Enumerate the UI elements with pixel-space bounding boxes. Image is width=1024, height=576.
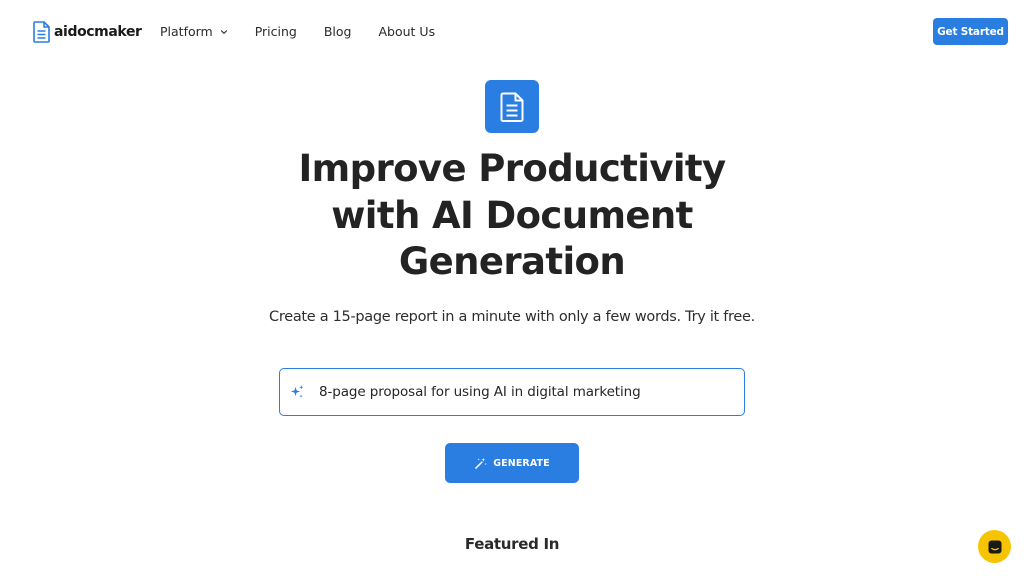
nav-item-pricing[interactable]: Pricing (255, 24, 297, 39)
hero-title-line: Generation (398, 240, 626, 283)
prompt-value: 8-page proposal for using AI in digital … (319, 384, 641, 400)
chevron-down-icon (220, 29, 227, 34)
hero-subtitle: Create a 15-page report in a minute with… (269, 309, 755, 325)
get-started-button[interactable]: Get Started (933, 18, 1008, 45)
prompt-input[interactable]: 8-page proposal for using AI in digital … (279, 368, 745, 416)
chat-widget-button[interactable] (978, 530, 1011, 563)
logo-link[interactable]: aidocmaker (33, 21, 142, 43)
hero-document-icon (485, 80, 539, 133)
nav-item-label: About Us (378, 24, 436, 39)
hero-title: Improve Productivity with AI Document Ge… (262, 146, 762, 286)
featured-in-heading: Featured In (464, 535, 560, 553)
logo-text: aidocmaker (54, 24, 142, 40)
document-icon (500, 92, 524, 122)
nav-item-about-us[interactable]: About Us (379, 24, 436, 39)
magic-wand-icon (475, 457, 487, 469)
nav-item-label: Pricing (254, 24, 297, 39)
nav-item-label: Platform (160, 24, 213, 39)
generate-button[interactable]: GENERATE (445, 443, 579, 483)
chat-icon (988, 540, 1001, 553)
generate-label: GENERATE (493, 457, 550, 469)
sparkle-icon (291, 385, 304, 398)
nav-item-blog[interactable]: Blog (324, 24, 352, 39)
document-icon (33, 21, 50, 43)
nav-item-platform[interactable]: Platform (160, 24, 228, 39)
hero-title-line: Improve Productivity (298, 147, 726, 190)
nav-item-label: Blog (323, 24, 352, 39)
hero-title-line: with AI Document (331, 193, 693, 237)
main-nav: Platform Pricing Blog About Us (160, 24, 462, 39)
site-header: aidocmaker Platform Pricing Blog About U… (0, 0, 1024, 64)
